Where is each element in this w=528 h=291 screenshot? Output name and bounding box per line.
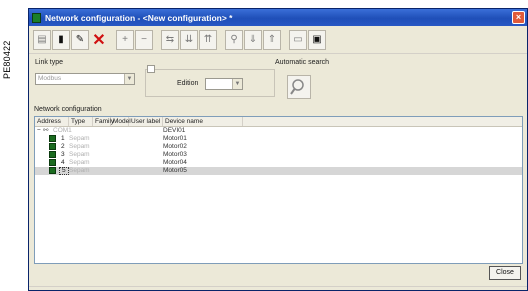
figure-code: PE80422 xyxy=(2,40,12,80)
upload-icon[interactable]: ⇑ xyxy=(263,29,281,50)
device-name: Motor03 xyxy=(163,151,187,158)
automatic-search-label: Automatic search xyxy=(275,59,330,66)
app-icon xyxy=(32,12,41,23)
device-name: DEVI01 xyxy=(163,127,186,134)
device-name: Motor05 xyxy=(163,167,187,174)
table-row[interactable]: 4 Sepam Motor04 xyxy=(35,159,522,167)
status-bar xyxy=(29,286,527,290)
toolbar: ▤ ▮ ✎ ✕ + − ⇆ ⇊ ⇈ ⚲ ⇓ ⇑ ▭ ▣ xyxy=(29,26,527,54)
tree-root-row[interactable]: − ⚯ COM1 DEVI01 xyxy=(35,127,522,135)
table-row-selected[interactable]: 5 Sepam Motor05 xyxy=(35,167,522,175)
column-header[interactable]: Address xyxy=(35,117,69,126)
device-type: Sepam xyxy=(69,135,90,142)
link-type-label: Link type xyxy=(35,59,64,66)
column-header[interactable]: Type xyxy=(69,117,93,126)
network-configuration-window: Network configuration - <New configurati… xyxy=(28,8,528,291)
automatic-search-button[interactable] xyxy=(287,75,311,99)
network-configuration-label: Network configuration xyxy=(34,106,102,113)
network-tree-table: Address Type Family Model User label Dev… xyxy=(34,116,523,264)
chevron-down-icon: ▼ xyxy=(232,79,242,89)
minus-icon[interactable]: − xyxy=(135,29,153,50)
table-header: Address Type Family Model User label Dev… xyxy=(35,117,522,127)
edition-checkbox[interactable] xyxy=(147,65,155,73)
download-icon[interactable]: ⇓ xyxy=(244,29,262,50)
device-icon xyxy=(49,143,56,150)
device-type: Sepam xyxy=(69,167,90,174)
delete-icon[interactable]: ✕ xyxy=(90,30,108,50)
chevron-down-icon: ▼ xyxy=(124,74,134,84)
network-icon: ⚯ xyxy=(43,127,49,134)
column-header[interactable]: Device name xyxy=(163,117,243,126)
save-icon[interactable]: ▭ xyxy=(289,29,307,50)
device-name: Motor01 xyxy=(163,135,187,142)
column-header[interactable]: User label xyxy=(129,117,163,126)
title-bar: Network configuration - <New configurati… xyxy=(29,9,527,26)
device-icon xyxy=(49,167,56,174)
edition-label: Edition xyxy=(177,80,199,87)
close-window-button[interactable]: × xyxy=(512,11,525,24)
move-up-icon[interactable]: ⇈ xyxy=(199,29,217,50)
column-header[interactable]: Model xyxy=(111,117,131,126)
collapse-icon[interactable]: − xyxy=(37,127,41,135)
table-row[interactable]: 1 Sepam Motor01 xyxy=(35,135,522,143)
move-down-icon[interactable]: ⇊ xyxy=(180,29,198,50)
window-title: Network configuration - <New configurati… xyxy=(45,12,233,23)
device-type: Sepam xyxy=(69,159,90,166)
device-type: Sepam xyxy=(69,143,90,150)
device-icon xyxy=(49,135,56,142)
link-type-select[interactable]: Modbus ▼ xyxy=(35,73,135,85)
connect-icon[interactable]: ⚲ xyxy=(225,29,243,50)
column-header[interactable]: Family xyxy=(93,117,114,126)
device-type: Sepam xyxy=(69,151,90,158)
device-name: Motor04 xyxy=(163,159,187,166)
edit-icon[interactable]: ✎ xyxy=(71,29,89,50)
table-row[interactable]: 2 Sepam Motor02 xyxy=(35,143,522,151)
device-icon xyxy=(49,151,56,158)
search-icon xyxy=(290,79,304,95)
close-button[interactable]: Close xyxy=(489,266,521,280)
device-name: Motor02 xyxy=(163,143,187,150)
edition-select[interactable]: ▼ xyxy=(205,78,243,90)
plus-icon[interactable]: + xyxy=(116,29,134,50)
save-as-icon[interactable]: ▣ xyxy=(308,29,326,50)
move-icon[interactable]: ⇆ xyxy=(161,29,179,50)
new-icon[interactable]: ▮ xyxy=(52,29,70,50)
table-row[interactable]: 3 Sepam Motor03 xyxy=(35,151,522,159)
device-icon xyxy=(49,159,56,166)
toolbar-button[interactable]: ▤ xyxy=(33,29,51,50)
